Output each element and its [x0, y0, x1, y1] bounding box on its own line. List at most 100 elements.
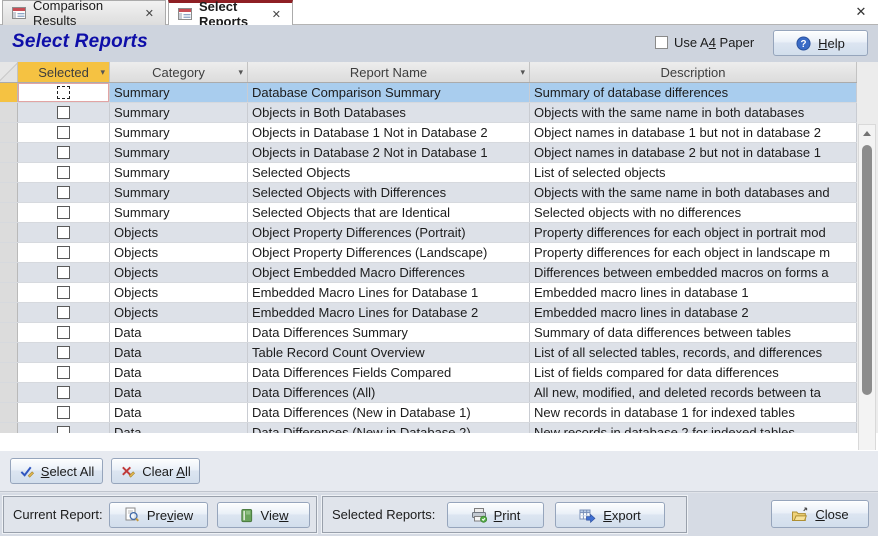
row-checkbox[interactable] — [57, 246, 70, 259]
tab-select-reports[interactable]: Select Reports ✕ — [168, 0, 293, 25]
category-cell[interactable]: Objects — [110, 223, 248, 242]
table-row[interactable]: Objects Embedded Macro Lines for Databas… — [0, 303, 857, 323]
description-cell[interactable]: Property differences for each object in … — [530, 223, 857, 242]
report-name-cell[interactable]: Database Comparison Summary — [248, 83, 530, 102]
category-cell[interactable]: Data — [110, 403, 248, 422]
row-selector[interactable] — [0, 123, 18, 142]
tab-comparison-results[interactable]: Comparison Results ✕ — [2, 0, 166, 25]
description-cell[interactable]: List of fields compared for data differe… — [530, 363, 857, 382]
category-cell[interactable]: Summary — [110, 163, 248, 182]
print-button[interactable]: Print — [447, 502, 544, 528]
row-checkbox[interactable] — [57, 266, 70, 279]
row-selector[interactable] — [0, 103, 18, 122]
category-cell[interactable]: Objects — [110, 243, 248, 262]
row-checkbox[interactable] — [57, 406, 70, 419]
row-checkbox[interactable] — [57, 126, 70, 139]
column-header-selected[interactable]: Selected ▾ — [18, 62, 110, 82]
table-row[interactable]: Objects Object Property Differences (Por… — [0, 223, 857, 243]
table-row[interactable]: Summary Objects in Both Databases Object… — [0, 103, 857, 123]
window-close-icon[interactable]: ✕ — [852, 3, 870, 21]
table-row[interactable]: Summary Database Comparison Summary Summ… — [0, 83, 857, 103]
row-checkbox[interactable] — [57, 346, 70, 359]
selected-cell[interactable] — [18, 143, 110, 162]
description-cell[interactable]: Object names in database 2 but not in da… — [530, 143, 857, 162]
report-name-cell[interactable]: Object Property Differences (Portrait) — [248, 223, 530, 242]
report-name-cell[interactable]: Selected Objects with Differences — [248, 183, 530, 202]
row-checkbox[interactable] — [57, 206, 70, 219]
category-cell[interactable]: Data — [110, 383, 248, 402]
row-selector[interactable] — [0, 403, 18, 422]
selected-cell[interactable] — [18, 363, 110, 382]
table-row[interactable]: Data Data Differences Fields Compared Li… — [0, 363, 857, 383]
row-checkbox[interactable] — [57, 166, 70, 179]
filter-arrow-icon[interactable]: ▾ — [100, 67, 105, 78]
help-button[interactable]: ? Help — [773, 30, 868, 56]
selected-cell[interactable] — [18, 323, 110, 342]
selected-cell[interactable] — [18, 123, 110, 142]
use-a4-paper-checkbox[interactable]: Use A4 Paper — [655, 35, 754, 50]
description-cell[interactable]: New records in database 1 for indexed ta… — [530, 403, 857, 422]
table-row[interactable]: Summary Selected Objects with Difference… — [0, 183, 857, 203]
selected-cell[interactable] — [18, 343, 110, 362]
category-cell[interactable]: Data — [110, 363, 248, 382]
category-cell[interactable]: Summary — [110, 123, 248, 142]
select-all-button[interactable]: Select All — [10, 458, 103, 484]
category-cell[interactable]: Summary — [110, 103, 248, 122]
row-selector[interactable] — [0, 183, 18, 202]
table-row[interactable]: Data Data Differences (All) All new, mod… — [0, 383, 857, 403]
description-cell[interactable]: New records in database 2 for indexed ta… — [530, 423, 857, 433]
category-cell[interactable]: Summary — [110, 143, 248, 162]
row-selector[interactable] — [0, 83, 18, 102]
report-name-cell[interactable]: Selected Objects — [248, 163, 530, 182]
description-cell[interactable]: Objects with the same name in both datab… — [530, 103, 857, 122]
description-cell[interactable]: Embedded macro lines in database 1 — [530, 283, 857, 302]
row-checkbox[interactable] — [57, 426, 70, 433]
row-selector[interactable] — [0, 163, 18, 182]
selected-cell[interactable] — [18, 423, 110, 433]
row-checkbox[interactable] — [57, 286, 70, 299]
row-selector[interactable] — [0, 243, 18, 262]
filter-arrow-icon[interactable]: ▾ — [520, 67, 525, 78]
description-cell[interactable]: List of all selected tables, records, an… — [530, 343, 857, 362]
column-header-description[interactable]: Description — [530, 62, 857, 82]
report-name-cell[interactable]: Data Differences (All) — [248, 383, 530, 402]
category-cell[interactable]: Objects — [110, 303, 248, 322]
row-checkbox[interactable] — [57, 86, 70, 99]
row-checkbox[interactable] — [57, 146, 70, 159]
description-cell[interactable]: Object names in database 1 but not in da… — [530, 123, 857, 142]
category-cell[interactable]: Summary — [110, 203, 248, 222]
category-cell[interactable]: Summary — [110, 83, 248, 102]
vertical-scrollbar-thumb[interactable] — [862, 145, 872, 395]
row-selector[interactable] — [0, 223, 18, 242]
scroll-up-icon[interactable] — [859, 125, 875, 141]
row-checkbox[interactable] — [57, 306, 70, 319]
description-cell[interactable]: All new, modified, and deleted records b… — [530, 383, 857, 402]
table-row[interactable]: Summary Selected Objects that are Identi… — [0, 203, 857, 223]
report-name-cell[interactable]: Data Differences (New in Database 2) — [248, 423, 530, 433]
tab-close-icon[interactable]: ✕ — [270, 8, 283, 21]
description-cell[interactable]: Differences between embedded macros on f… — [530, 263, 857, 282]
row-selector[interactable] — [0, 383, 18, 402]
table-row[interactable]: Data Data Differences Summary Summary of… — [0, 323, 857, 343]
row-checkbox[interactable] — [57, 386, 70, 399]
report-name-cell[interactable]: Objects in Database 1 Not in Database 2 — [248, 123, 530, 142]
category-cell[interactable]: Objects — [110, 263, 248, 282]
selected-cell[interactable] — [18, 243, 110, 262]
category-cell[interactable]: Data — [110, 343, 248, 362]
description-cell[interactable]: Objects with the same name in both datab… — [530, 183, 857, 202]
report-name-cell[interactable]: Embedded Macro Lines for Database 2 — [248, 303, 530, 322]
clear-all-button[interactable]: Clear All — [111, 458, 200, 484]
row-checkbox[interactable] — [57, 106, 70, 119]
row-selector[interactable] — [0, 263, 18, 282]
tab-close-icon[interactable]: ✕ — [143, 7, 156, 20]
view-button[interactable]: View — [217, 502, 310, 528]
selected-cell[interactable] — [18, 383, 110, 402]
selected-cell[interactable] — [18, 203, 110, 222]
row-selector[interactable] — [0, 143, 18, 162]
grid-corner-cell[interactable] — [0, 62, 18, 82]
table-row[interactable]: Objects Object Property Differences (Lan… — [0, 243, 857, 263]
selected-cell[interactable] — [18, 183, 110, 202]
row-checkbox[interactable] — [57, 326, 70, 339]
report-name-cell[interactable]: Object Embedded Macro Differences — [248, 263, 530, 282]
report-name-cell[interactable]: Table Record Count Overview — [248, 343, 530, 362]
